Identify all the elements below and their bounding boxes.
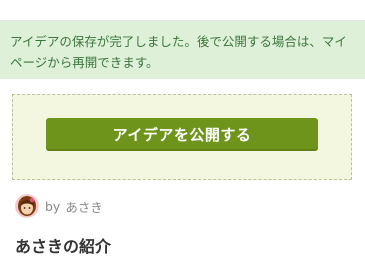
- notice-message: アイデアの保存が完了しました。後で公開する場合は、マイページから再開できます。: [10, 34, 347, 70]
- publish-panel: アイデアを公開する: [12, 94, 352, 180]
- truncated-content: [0, 266, 365, 274]
- by-label: by: [45, 198, 61, 214]
- author-name[interactable]: あさき: [65, 197, 103, 216]
- save-success-notice: アイデアの保存が完了しました。後で公開する場合は、マイページから再開できます。: [0, 21, 365, 79]
- avatar-icon[interactable]: [15, 194, 39, 218]
- author-info: by あさき: [15, 194, 103, 218]
- author-intro-heading: あさきの紹介: [15, 237, 112, 256]
- top-strip: [0, 0, 365, 21]
- publish-idea-button[interactable]: アイデアを公開する: [46, 118, 318, 151]
